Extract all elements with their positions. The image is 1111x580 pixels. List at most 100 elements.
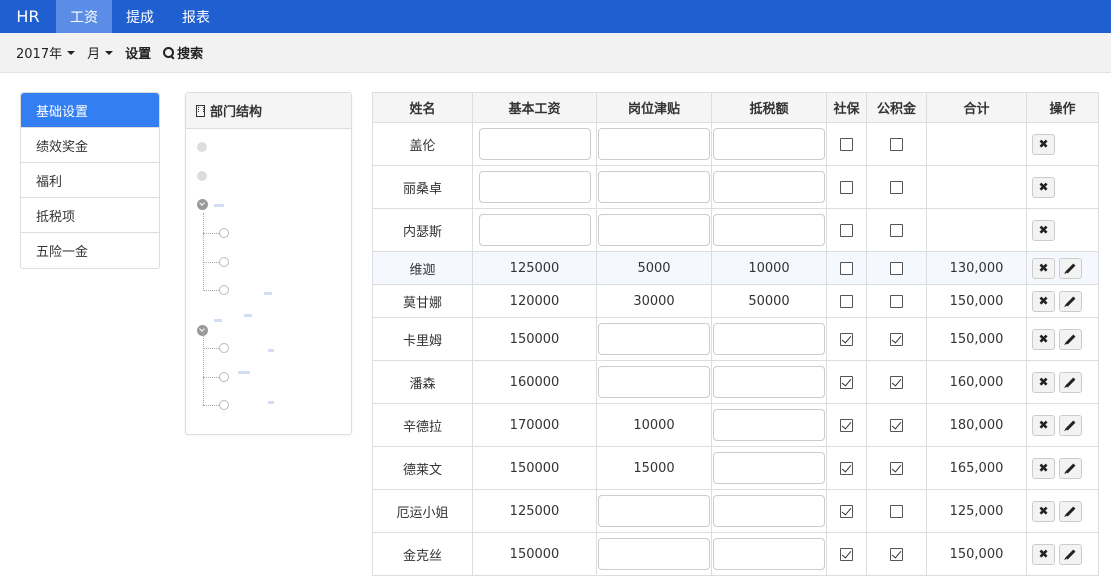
close-icon: ✖: [1038, 294, 1049, 308]
base-salary-input[interactable]: [478, 128, 591, 160]
post-allowance-input[interactable]: [598, 214, 710, 246]
tax-deduction-input[interactable]: [713, 323, 825, 355]
delete-button[interactable]: ✖: [1032, 133, 1055, 155]
base-salary-input[interactable]: [478, 214, 591, 246]
month-label: 月: [87, 47, 101, 62]
nav-item-salary[interactable]: 工资: [56, 0, 112, 33]
tax-deduction-input[interactable]: [713, 409, 825, 441]
dept-tree: [186, 129, 351, 410]
housing-fund-checkbox[interactable]: [890, 223, 903, 237]
edit-button[interactable]: [1059, 328, 1082, 350]
close-icon: ✖: [1038, 504, 1049, 518]
housing-fund-checkbox[interactable]: [890, 180, 903, 194]
housing-fund-checkbox[interactable]: [890, 332, 903, 346]
social-insurance-checkbox[interactable]: [840, 180, 853, 194]
social-insurance-checkbox[interactable]: [840, 261, 853, 275]
base-salary-input[interactable]: [478, 171, 591, 203]
delete-button[interactable]: ✖: [1032, 257, 1055, 279]
search-button[interactable]: 搜索: [163, 43, 203, 62]
side-item-performance-bonus[interactable]: 绩效奖金: [21, 128, 159, 163]
social-insurance-checkbox[interactable]: [840, 504, 853, 518]
settings-link[interactable]: 设置: [125, 43, 151, 62]
edit-button[interactable]: [1059, 290, 1082, 312]
delete-button[interactable]: ✖: [1032, 328, 1055, 350]
close-icon: ✖: [1038, 223, 1049, 237]
tax-deduction-input[interactable]: [713, 171, 825, 203]
column-header: 姓名: [372, 92, 473, 123]
housing-fund-checkbox[interactable]: [890, 418, 903, 432]
tree-leaf[interactable]: [219, 228, 229, 238]
dept-panel: 部门结构: [185, 92, 352, 435]
side-item-tax-deduction[interactable]: 抵税项: [21, 198, 159, 233]
tree-leaf[interactable]: [219, 343, 229, 353]
tree-leaf[interactable]: [219, 400, 229, 410]
edit-button[interactable]: [1059, 457, 1082, 479]
housing-fund-checkbox[interactable]: [890, 294, 903, 308]
brand-logo[interactable]: HR: [0, 0, 56, 33]
post-allowance-input[interactable]: [598, 128, 710, 160]
pencil-icon: [1065, 334, 1076, 344]
social-insurance-checkbox[interactable]: [840, 461, 853, 475]
social-insurance-checkbox[interactable]: [840, 547, 853, 561]
post-allowance-input[interactable]: [598, 495, 710, 527]
delete-button[interactable]: ✖: [1032, 371, 1055, 393]
edit-button[interactable]: [1059, 414, 1082, 436]
tree-node[interactable]: [197, 142, 207, 152]
year-dropdown[interactable]: 2017年: [16, 43, 76, 62]
housing-fund-checkbox[interactable]: [890, 504, 903, 518]
nav-item-commission[interactable]: 提成: [112, 0, 168, 33]
tax-deduction-input[interactable]: [713, 538, 825, 570]
employee-name: 厄运小姐: [372, 489, 473, 533]
tree-leaf[interactable]: [219, 257, 229, 267]
housing-fund-checkbox[interactable]: [890, 137, 903, 151]
edit-button[interactable]: [1059, 500, 1082, 522]
post-allowance-input[interactable]: [598, 538, 710, 570]
delete-button[interactable]: ✖: [1032, 219, 1055, 241]
base-salary: 125000: [472, 489, 597, 533]
base-salary: 125000: [472, 251, 597, 285]
tree-leaf[interactable]: [219, 285, 229, 295]
social-insurance-checkbox[interactable]: [840, 332, 853, 346]
delete-button[interactable]: ✖: [1032, 176, 1055, 198]
delete-button[interactable]: ✖: [1032, 543, 1055, 565]
month-dropdown[interactable]: 月: [87, 43, 114, 62]
edit-button[interactable]: [1059, 257, 1082, 279]
edit-button[interactable]: [1059, 543, 1082, 565]
total-amount: 150,000: [926, 532, 1027, 576]
tax-deduction-input[interactable]: [713, 214, 825, 246]
housing-fund-checkbox[interactable]: [890, 261, 903, 275]
tree-node[interactable]: [197, 171, 207, 181]
delete-button[interactable]: ✖: [1032, 500, 1055, 522]
pencil-icon: [1065, 463, 1076, 473]
delete-button[interactable]: ✖: [1032, 290, 1055, 312]
tax-deduction-input[interactable]: [713, 452, 825, 484]
social-insurance-checkbox[interactable]: [840, 375, 853, 389]
delete-button[interactable]: ✖: [1032, 414, 1055, 436]
social-insurance-checkbox[interactable]: [840, 294, 853, 308]
side-item-basic-settings[interactable]: 基础设置: [21, 93, 159, 128]
post-allowance-input[interactable]: [598, 323, 710, 355]
expand-toggle-icon[interactable]: [197, 199, 208, 210]
tax-deduction-input[interactable]: [713, 128, 825, 160]
tax-deduction-input[interactable]: [713, 366, 825, 398]
nav-item-reports[interactable]: 报表: [168, 0, 224, 33]
side-item-social-insurance[interactable]: 五险一金: [21, 233, 159, 268]
edit-button[interactable]: [1059, 371, 1082, 393]
housing-fund-checkbox[interactable]: [890, 547, 903, 561]
social-insurance-checkbox[interactable]: [840, 137, 853, 151]
social-insurance-checkbox[interactable]: [840, 418, 853, 432]
post-allowance-input[interactable]: [598, 366, 710, 398]
total-amount: [926, 165, 1027, 209]
delete-button[interactable]: ✖: [1032, 457, 1055, 479]
top-navbar: HR 工资 提成 报表: [0, 0, 1111, 33]
post-allowance-input[interactable]: [598, 171, 710, 203]
post-allowance: 30000: [596, 284, 712, 318]
housing-fund-checkbox[interactable]: [890, 461, 903, 475]
tax-deduction-input[interactable]: [713, 495, 825, 527]
side-item-welfare[interactable]: 福利: [21, 163, 159, 198]
tree-leaf[interactable]: [219, 372, 229, 382]
tax-deduction: 50000: [711, 284, 827, 318]
social-insurance-checkbox[interactable]: [840, 223, 853, 237]
housing-fund-checkbox[interactable]: [890, 375, 903, 389]
table-header-row: 姓名 基本工资 岗位津贴 抵税额 社保 公积金 合计 操作: [372, 92, 1099, 123]
